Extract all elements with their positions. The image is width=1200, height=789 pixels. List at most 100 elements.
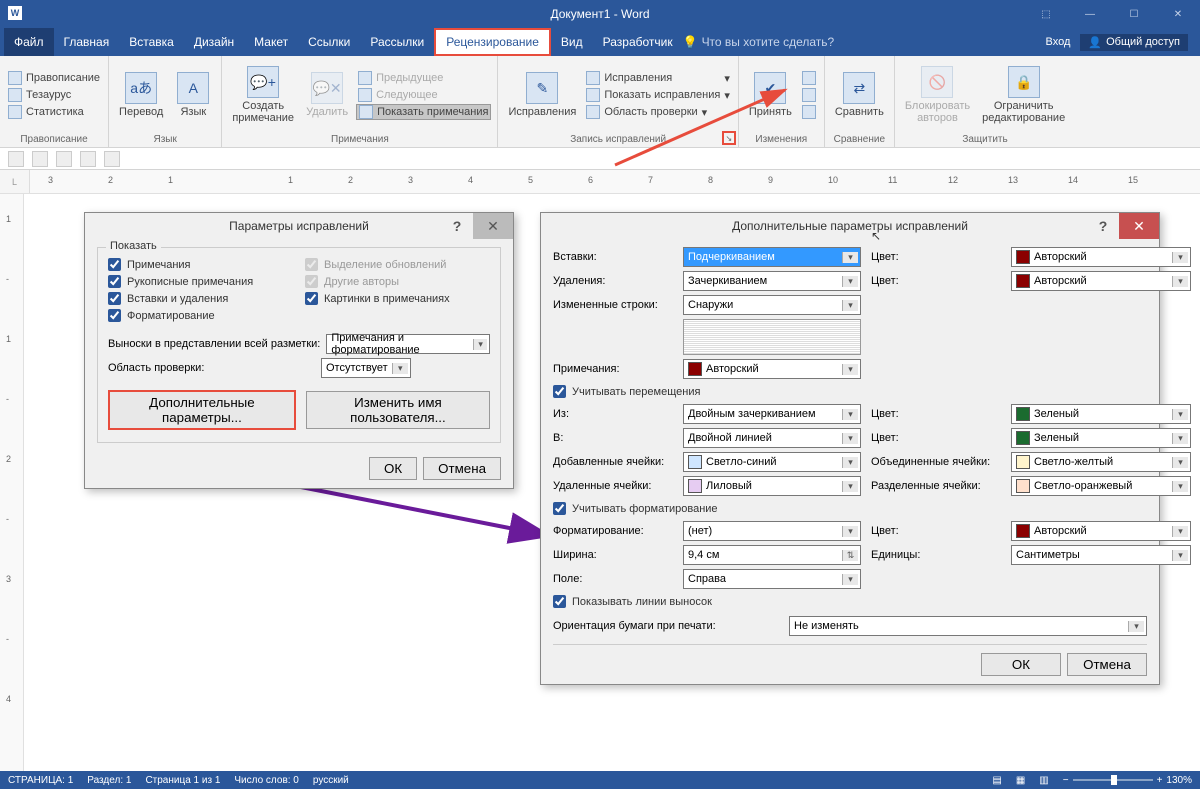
btn-next-change[interactable] [800, 104, 818, 120]
combo-formatting[interactable]: (нет)▾ [683, 521, 861, 541]
qat-redo-icon[interactable] [104, 151, 120, 167]
zoom-value[interactable]: 130% [1166, 775, 1192, 786]
tracking-dialog-launcher[interactable]: ↘ [722, 131, 736, 145]
dlg1-close-icon[interactable]: ✕ [473, 213, 513, 239]
dlg1-cancel[interactable]: Отмена [423, 457, 501, 480]
combo-display-for-review[interactable]: Исправления▾ [584, 70, 732, 86]
tab-references[interactable]: Ссылки [298, 28, 360, 56]
zoom-control[interactable]: − + 130% [1063, 775, 1192, 786]
minimize-icon[interactable]: ― [1068, 0, 1112, 28]
tab-design[interactable]: Дизайн [184, 28, 244, 56]
btn-language[interactable]: AЯзык [171, 58, 215, 132]
close-icon[interactable]: ✕ [1156, 0, 1200, 28]
btn-reject[interactable] [800, 70, 818, 86]
btn-prev-change[interactable] [800, 87, 818, 103]
btn-accept[interactable]: ✔Принять [745, 58, 796, 132]
chk-formatting[interactable]: Форматирование [108, 307, 293, 324]
dlg2-ok[interactable]: ОК [981, 653, 1061, 676]
status-page[interactable]: СТРАНИЦА: 1 [8, 775, 73, 786]
btn-change-username[interactable]: Изменить имя пользователя... [306, 391, 490, 429]
btn-show-comments[interactable]: Показать примечания [356, 104, 491, 120]
dlg1-titlebar[interactable]: Параметры исправлений ? ✕ [85, 213, 513, 239]
dlg2-cancel[interactable]: Отмена [1067, 653, 1147, 676]
btn-show-markup[interactable]: Показать исправления▾ [584, 87, 732, 103]
combo-paper-orientation[interactable]: Не изменять▾ [789, 616, 1147, 636]
combo-inserted-cells[interactable]: Светло-синий▾ [683, 452, 861, 472]
maximize-icon[interactable]: ☐ [1112, 0, 1156, 28]
dlg2-titlebar[interactable]: Дополнительные параметры исправлений ↖ ?… [541, 213, 1159, 239]
view-print-icon[interactable]: ▦ [1016, 775, 1025, 786]
combo-deletions[interactable]: Зачеркиванием▾ [683, 271, 861, 291]
combo-moved-to[interactable]: Двойной линией▾ [683, 428, 861, 448]
tell-me[interactable]: 💡Что вы хотите сделать? [683, 28, 835, 56]
chk-track-moves[interactable]: Учитывать перемещения [553, 383, 1147, 400]
chk-ink[interactable]: Рукописные примечания [108, 273, 293, 290]
combo-insertions-color[interactable]: Авторский▾ [1011, 247, 1191, 267]
dlg1-help-icon[interactable]: ? [445, 213, 469, 239]
dlg2-help-icon[interactable]: ? [1091, 213, 1115, 239]
btn-spelling[interactable]: Правописание [6, 70, 102, 86]
btn-prev-comment[interactable]: Предыдущее [356, 70, 491, 86]
btn-statistics[interactable]: Статистика [6, 104, 102, 120]
dlg2-close-icon[interactable]: ✕ [1119, 213, 1159, 239]
combo-margin[interactable]: Справа▾ [683, 569, 861, 589]
combo-deletions-color[interactable]: Авторский▾ [1011, 271, 1191, 291]
btn-delete-comment[interactable]: 💬✕Удалить [302, 58, 352, 132]
btn-advanced-options[interactable]: Дополнительные параметры... [108, 390, 296, 430]
combo-pane[interactable]: Отсутствует▾ [321, 358, 411, 378]
vertical-ruler[interactable]: 1-1 -2- 3-4 [0, 194, 24, 771]
chk-show-balloon-lines[interactable]: Показывать линии выносок [553, 593, 1147, 610]
combo-merged-cells[interactable]: Светло-желтый▾ [1011, 452, 1191, 472]
btn-next-comment[interactable]: Следующее [356, 87, 491, 103]
qat-open-icon[interactable] [32, 151, 48, 167]
status-section[interactable]: Раздел: 1 [87, 775, 131, 786]
combo-deleted-cells[interactable]: Лиловый▾ [683, 476, 861, 496]
btn-track-changes[interactable]: ✎Исправления [504, 58, 580, 132]
tab-mailings[interactable]: Рассылки [360, 28, 434, 56]
tab-developer[interactable]: Разработчик [593, 28, 683, 56]
tab-file[interactable]: Файл [4, 28, 54, 56]
combo-moved-to-color[interactable]: Зеленый▾ [1011, 428, 1191, 448]
chk-track-formatting[interactable]: Учитывать форматирование [553, 500, 1147, 517]
btn-block-authors[interactable]: 🚫Блокировать авторов [901, 58, 974, 132]
qat-save-icon[interactable] [56, 151, 72, 167]
combo-split-cells[interactable]: Светло-оранжевый▾ [1011, 476, 1191, 496]
input-width[interactable]: 9,4 см⇅ [683, 545, 861, 565]
qat-undo-icon[interactable] [80, 151, 96, 167]
status-pages[interactable]: Страница 1 из 1 [145, 775, 220, 786]
status-language[interactable]: русский [313, 775, 349, 786]
share-button[interactable]: 👤Общий доступ [1080, 34, 1188, 51]
combo-moved-from[interactable]: Двойным зачеркиванием▾ [683, 404, 861, 424]
combo-insertions[interactable]: Подчеркиванием▾ [683, 247, 861, 267]
tab-layout[interactable]: Макет [244, 28, 298, 56]
combo-moved-from-color[interactable]: Зеленый▾ [1011, 404, 1191, 424]
tab-view[interactable]: Вид [551, 28, 593, 56]
chk-comments[interactable]: Примечания [108, 256, 293, 273]
btn-translate[interactable]: aあПеревод [115, 58, 167, 132]
combo-formatting-color[interactable]: Авторский▾ [1011, 521, 1191, 541]
sign-in[interactable]: Вход [1046, 36, 1071, 48]
view-read-icon[interactable]: ▤ [992, 775, 1001, 786]
qat-new-icon[interactable] [8, 151, 24, 167]
ribbon-opts-icon[interactable]: ⬚ [1024, 0, 1068, 28]
chk-insdel[interactable]: Вставки и удаления [108, 290, 293, 307]
btn-new-comment[interactable]: 💬+Создать примечание [228, 58, 298, 132]
zoom-out-icon[interactable]: − [1063, 775, 1069, 786]
status-words[interactable]: Число слов: 0 [234, 775, 298, 786]
combo-changed-lines[interactable]: Снаружи▾ [683, 295, 861, 315]
chk-pictures[interactable]: Картинки в примечаниях [305, 290, 490, 307]
combo-balloons[interactable]: Примечания и форматирование▾ [326, 334, 490, 354]
combo-comments-color[interactable]: Авторский▾ [683, 359, 861, 379]
tab-review[interactable]: Рецензирование [434, 28, 551, 56]
zoom-slider[interactable] [1073, 779, 1153, 781]
btn-restrict-editing[interactable]: 🔒Ограничить редактирование [978, 58, 1069, 132]
tab-home[interactable]: Главная [54, 28, 120, 56]
btn-reviewing-pane[interactable]: Область проверки▾ [584, 104, 732, 120]
dlg1-ok[interactable]: ОК [369, 457, 417, 480]
horizontal-ruler[interactable]: 321 1234 5678 9101112 131415 [30, 170, 1200, 193]
tab-insert[interactable]: Вставка [119, 28, 184, 56]
combo-units[interactable]: Сантиметры▾ [1011, 545, 1191, 565]
view-web-icon[interactable]: ▥ [1039, 775, 1048, 786]
btn-compare[interactable]: ⇄Сравнить [831, 58, 888, 132]
btn-thesaurus[interactable]: Тезаурус [6, 87, 102, 103]
